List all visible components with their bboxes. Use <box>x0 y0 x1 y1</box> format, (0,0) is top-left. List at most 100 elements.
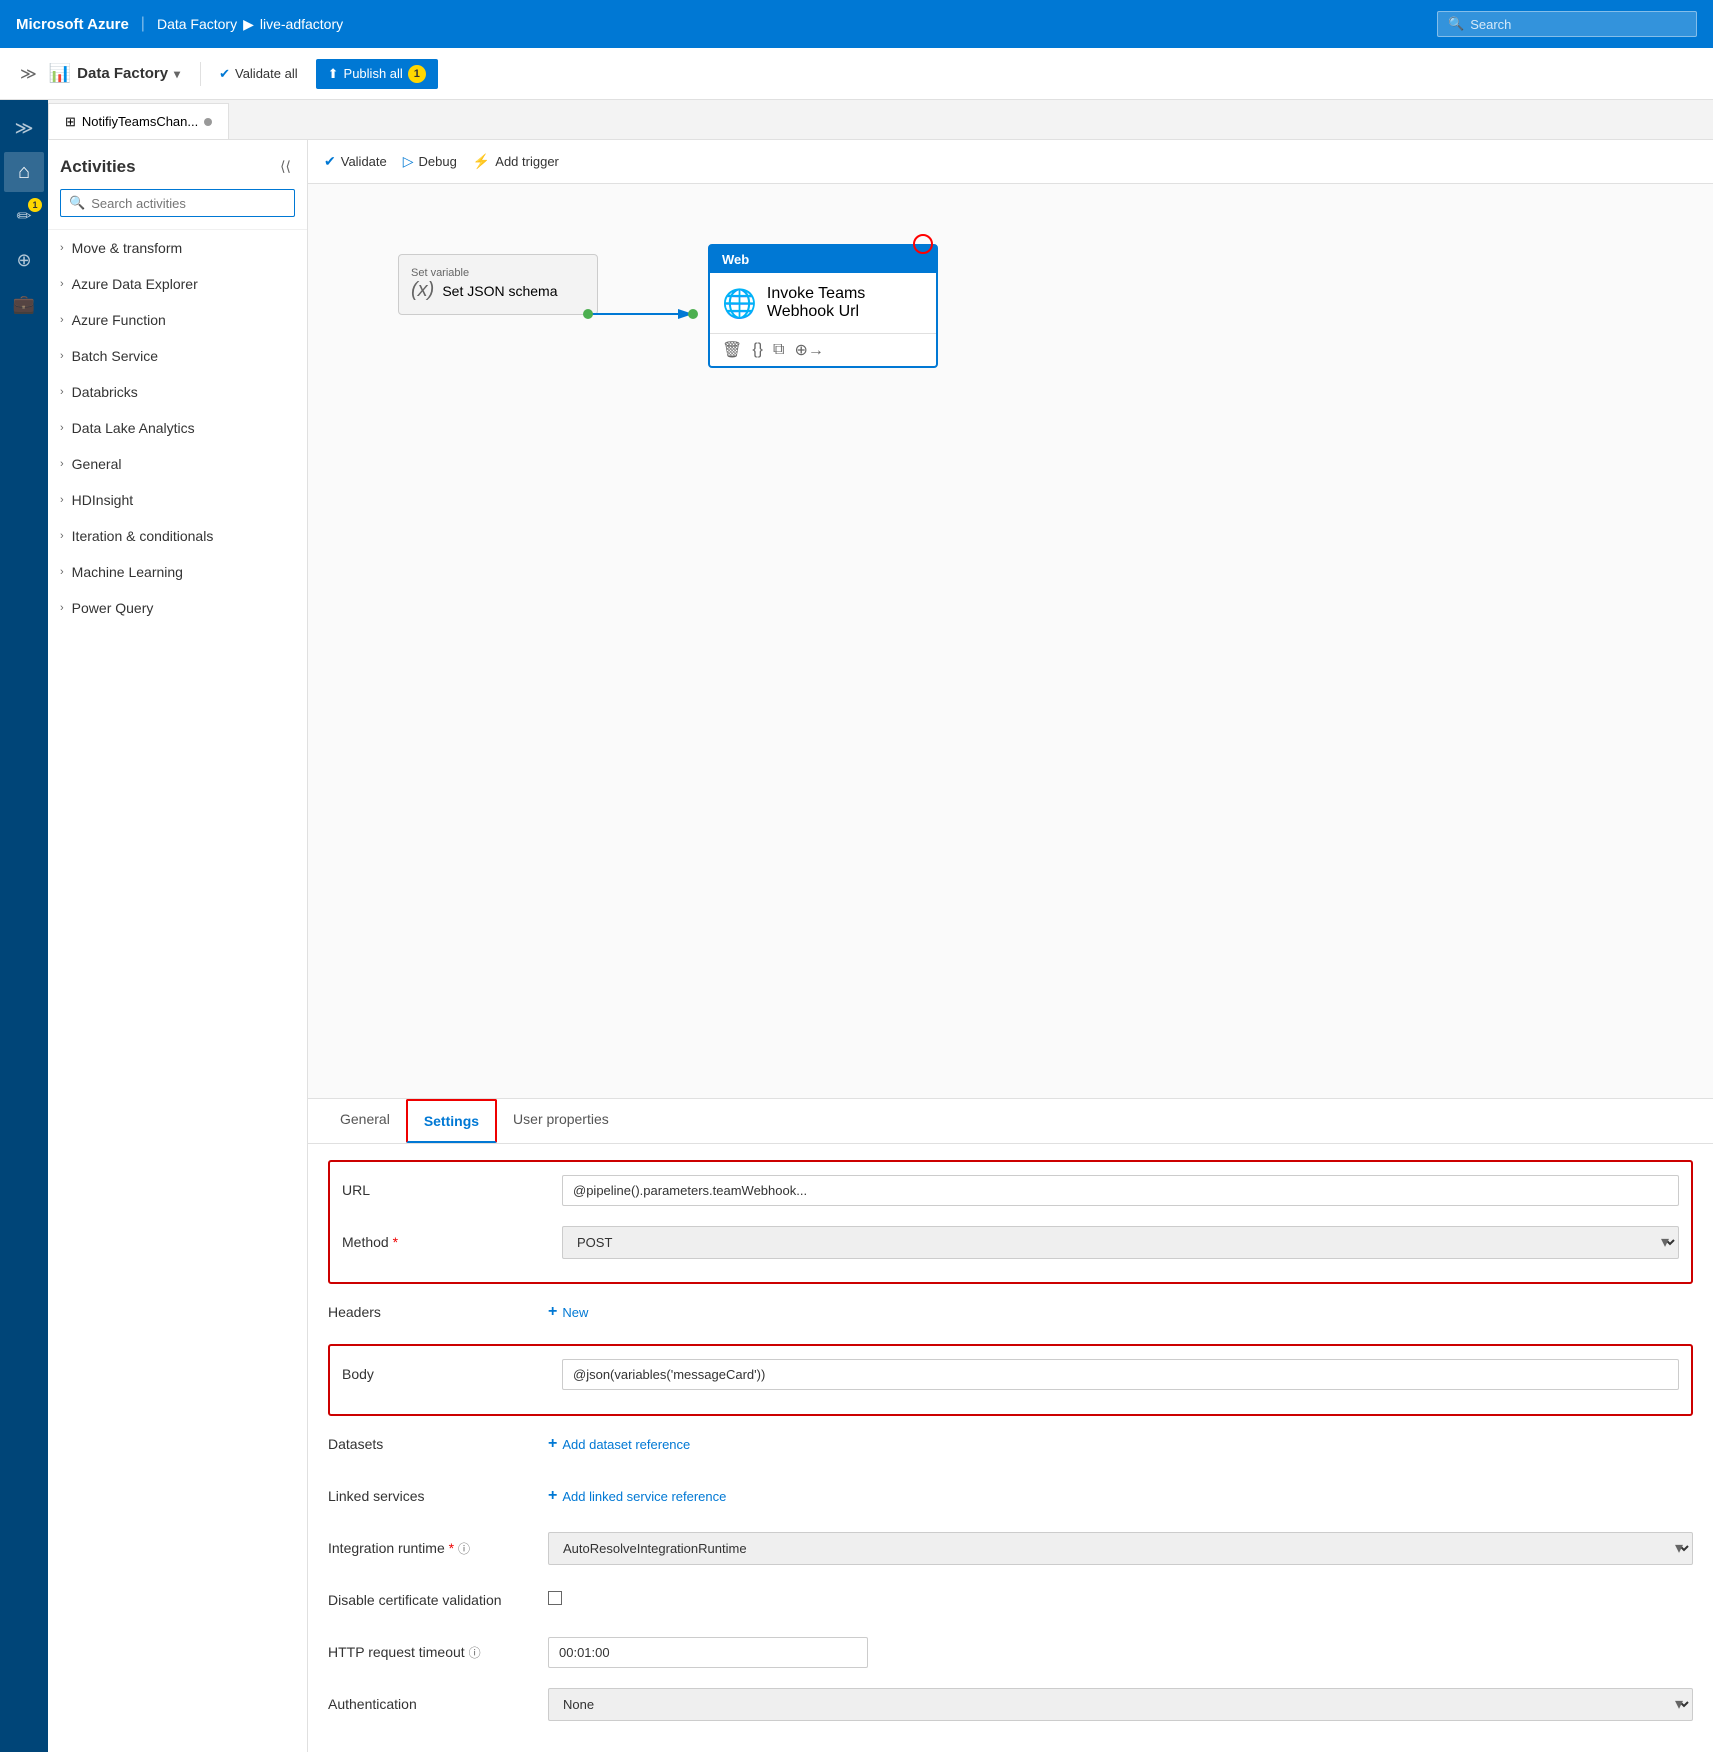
variable-icon: (x) <box>411 279 434 302</box>
add-trigger-button[interactable]: ⚡ Add trigger <box>473 153 559 170</box>
alert-circle <box>913 234 933 254</box>
activity-group-label: HDInsight <box>72 492 133 508</box>
activity-group-label: Azure Data Explorer <box>72 276 198 292</box>
tab-modified-dot <box>204 118 212 126</box>
activity-group-batch-service[interactable]: › Batch Service <box>48 338 307 374</box>
activity-group-azure-data-explorer[interactable]: › Azure Data Explorer <box>48 266 307 302</box>
http-timeout-input[interactable] <box>548 1637 868 1668</box>
authentication-select[interactable]: None Basic Client Certificate <box>548 1688 1693 1721</box>
body-label: Body <box>342 1366 562 1382</box>
breadcrumb-service[interactable]: Data Factory <box>157 16 237 32</box>
activity-group-move-transform[interactable]: › Move & transform <box>48 230 307 266</box>
node-type-label: Set variable <box>411 267 585 279</box>
add-dataset-button[interactable]: + Add dataset reference <box>548 1435 1693 1453</box>
method-row: Method * POST GET PUT DELETE <box>342 1222 1679 1262</box>
validate-all-label: Validate all <box>235 66 298 81</box>
method-value: POST GET PUT DELETE <box>562 1226 1679 1259</box>
info-icon: ⓘ <box>458 1542 470 1556</box>
disable-cert-row: Disable certificate validation <box>328 1580 1693 1620</box>
disable-cert-checkbox[interactable] <box>548 1591 562 1605</box>
toolbar-brand-chevron[interactable]: ▾ <box>174 67 180 81</box>
http-timeout-label: HTTP request timeout ⓘ <box>328 1644 548 1661</box>
search-box[interactable]: 🔍 Search <box>1437 11 1697 37</box>
sidebar-item-home[interactable]: ⌂ <box>4 152 44 192</box>
validate-all-button[interactable]: ✔ Validate all <box>209 60 308 88</box>
canvas-area: ✔ Validate ▷ Debug ⚡ Add trigger <box>308 140 1713 1752</box>
body-input[interactable] <box>562 1359 1679 1390</box>
sidebar-expand-icon[interactable]: ≫ <box>16 60 41 88</box>
datasets-row: Datasets + Add dataset reference <box>328 1424 1693 1464</box>
chevron-right-icon: › <box>60 386 64 398</box>
tab-icon: ⊞ <box>65 114 76 130</box>
set-variable-node[interactable]: Set variable (x) Set JSON schema <box>398 254 598 315</box>
method-select[interactable]: POST GET PUT DELETE <box>562 1226 1679 1259</box>
chevron-right-icon: › <box>60 278 64 290</box>
tab-user-properties[interactable]: User properties <box>497 1099 625 1143</box>
integration-runtime-label: Integration runtime * ⓘ <box>328 1540 548 1557</box>
integration-runtime-value: AutoResolveIntegrationRuntime <box>548 1532 1693 1565</box>
node-title: Set JSON schema <box>442 283 557 299</box>
body-row: Body <box>342 1354 1679 1394</box>
plus-icon: + <box>548 1435 557 1453</box>
method-label: Method * <box>342 1234 562 1250</box>
activity-group-machine-learning[interactable]: › Machine Learning <box>48 554 307 590</box>
activities-panel: Activities ⟨⟨ 🔍 › Move & transform <box>48 140 308 1752</box>
web-node-header: Web <box>710 246 936 273</box>
delete-icon[interactable]: 🗑 <box>722 340 742 360</box>
sidebar-item-manage[interactable]: 💼 <box>4 284 44 324</box>
activity-group-iteration-conditionals[interactable]: › Iteration & conditionals <box>48 518 307 554</box>
author-badge: 1 <box>28 198 42 212</box>
activity-group-label: Iteration & conditionals <box>72 528 214 544</box>
linked-services-label: Linked services <box>328 1488 548 1504</box>
url-row: URL <box>342 1170 1679 1210</box>
search-icon: 🔍 <box>69 195 85 211</box>
settings-panel: General Settings User properties <box>308 1098 1713 1752</box>
publish-all-button[interactable]: ⬆ Publish all 1 <box>316 59 438 89</box>
add-header-button[interactable]: + New <box>548 1303 1693 1321</box>
web-node[interactable]: Web 🌐 Invoke Teams Webhook Url 🗑 {} ⧉ ⊕→ <box>708 244 938 368</box>
body-value <box>562 1359 1679 1390</box>
activity-group-azure-function[interactable]: › Azure Function <box>48 302 307 338</box>
tab-bar: ⊞ NotifiyTeamsChan... <box>48 100 1713 140</box>
linked-services-value: + Add linked service reference <box>548 1487 1693 1505</box>
debug-button[interactable]: ▷ Debug <box>403 153 457 170</box>
sidebar-expand-toggle[interactable]: ≫ <box>4 108 44 148</box>
trigger-icon: ⚡ <box>473 153 490 170</box>
toolbar-separator <box>200 62 201 86</box>
activity-group-power-query[interactable]: › Power Query <box>48 590 307 626</box>
tab-settings[interactable]: Settings <box>406 1099 497 1143</box>
add-linked-service-label: Add linked service reference <box>562 1489 726 1504</box>
code-icon[interactable]: {} <box>752 341 763 359</box>
validate-button[interactable]: ✔ Validate <box>324 153 387 170</box>
integration-runtime-select[interactable]: AutoResolveIntegrationRuntime <box>548 1532 1693 1565</box>
chevron-right-icon: › <box>60 422 64 434</box>
tab-general[interactable]: General <box>324 1099 406 1143</box>
activities-collapse-btn[interactable]: ⟨⟨ <box>276 156 295 177</box>
activity-group-databricks[interactable]: › Databricks <box>48 374 307 410</box>
connect-icon[interactable]: ⊕→ <box>794 340 823 360</box>
monitor-icon: ⊕ <box>16 250 31 271</box>
connector-arrow <box>588 304 708 324</box>
debug-label: Debug <box>419 154 457 169</box>
copy-icon[interactable]: ⧉ <box>773 341 784 359</box>
activity-group-hdinsight[interactable]: › HDInsight <box>48 482 307 518</box>
url-input[interactable] <box>562 1175 1679 1206</box>
web-node-title: Invoke Teams Webhook Url <box>767 285 924 321</box>
activity-group-general[interactable]: › General <box>48 446 307 482</box>
authentication-label: Authentication <box>328 1696 548 1712</box>
required-marker: * <box>393 1234 398 1250</box>
add-linked-service-button[interactable]: + Add linked service reference <box>548 1487 1693 1505</box>
sidebar-item-author[interactable]: ✏ 1 <box>4 196 44 236</box>
sidebar-item-monitor[interactable]: ⊕ <box>4 240 44 280</box>
info-icon: ⓘ <box>469 1646 481 1660</box>
data-factory-icon: 📊 <box>49 63 71 84</box>
chevron-right-icon: › <box>60 350 64 362</box>
activities-search-input[interactable] <box>91 196 286 211</box>
activities-search-box[interactable]: 🔍 <box>60 189 295 217</box>
pipeline-tab[interactable]: ⊞ NotifiyTeamsChan... <box>48 103 229 139</box>
activity-group-data-lake-analytics[interactable]: › Data Lake Analytics <box>48 410 307 446</box>
headers-value: + New <box>548 1303 1693 1321</box>
required-marker: * <box>449 1540 454 1556</box>
authentication-row: Authentication None Basic Client Certifi… <box>328 1684 1693 1724</box>
pipeline-canvas[interactable]: Set variable (x) Set JSON schema <box>308 184 1713 1098</box>
